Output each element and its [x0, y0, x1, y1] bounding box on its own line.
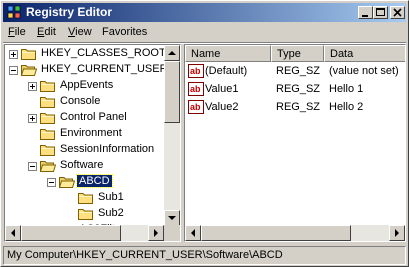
- folder-icon: [40, 143, 56, 156]
- tree-node-sub1[interactable]: Sub1: [5, 190, 165, 206]
- registry-editor-window: Registry Editor File Edit View Favorites…: [0, 0, 409, 267]
- scroll-left-button[interactable]: [5, 225, 21, 241]
- scroll-up-button[interactable]: [164, 45, 180, 61]
- tree-node-label: AppEvents: [60, 79, 114, 91]
- values-list-pane[interactable]: Name Type Data ab (Default) REG_SZ (value n…: [184, 44, 406, 242]
- string-value-icon: ab: [188, 82, 204, 96]
- value-row[interactable]: ab Value2 REG_SZ Hello 2: [185, 99, 405, 117]
- svg-text:ab: ab: [190, 102, 201, 112]
- tree-hscroll-thumb[interactable]: [21, 225, 121, 241]
- tree-scroll-thumb[interactable]: [164, 61, 180, 123]
- value-type: REG_SZ: [276, 83, 321, 95]
- tree-node-environment[interactable]: Environment: [5, 126, 165, 142]
- key-tree-pane[interactable]: HKEY_CLASSES_ROOT HKEY_CURRENT_USER AppEve…: [4, 44, 181, 242]
- tree-node-label: Console: [60, 95, 101, 107]
- title-bar[interactable]: Registry Editor: [3, 3, 406, 22]
- menu-file[interactable]: File: [8, 26, 26, 38]
- maximize-icon: [376, 8, 385, 16]
- tree-node-software[interactable]: Software: [5, 158, 165, 174]
- tree-node-label: HKEY_CURRENT_USER: [41, 63, 168, 75]
- expand-icon[interactable]: [9, 50, 18, 59]
- window-title: Registry Editor: [26, 5, 113, 19]
- tree-node-label: Environment: [60, 127, 122, 139]
- tree-node-hkey-current-user[interactable]: HKEY_CURRENT_USER: [5, 62, 168, 78]
- collapse-icon[interactable]: [9, 66, 18, 75]
- tree-node-label: ABCD: [76, 174, 113, 188]
- tree-node-appevents[interactable]: AppEvents: [5, 78, 165, 94]
- folder-open-icon: [20, 63, 38, 76]
- scroll-left-button[interactable]: [185, 225, 201, 241]
- value-name: (Default): [205, 65, 248, 77]
- string-value-icon: ab: [188, 64, 204, 78]
- close-button[interactable]: [390, 6, 405, 19]
- column-header-data[interactable]: Data: [324, 45, 405, 62]
- minimize-icon: [362, 15, 368, 17]
- folder-open-icon: [39, 159, 57, 172]
- arrow-left-icon: [11, 229, 15, 237]
- tree-node-hkey-classes-root[interactable]: HKEY_CLASSES_ROOT: [5, 46, 166, 62]
- value-row[interactable]: ab Value1 REG_SZ Hello 1: [185, 81, 405, 99]
- folder-icon: [40, 79, 56, 92]
- minimize-button[interactable]: [358, 6, 373, 19]
- arrow-right-icon: [154, 229, 158, 237]
- tree-node-sessioninformation[interactable]: SessionInformation: [5, 142, 165, 158]
- expand-icon[interactable]: [28, 114, 37, 123]
- tree-node-label: SessionInformation: [60, 143, 155, 155]
- list-horizontal-scrollbar[interactable]: [185, 225, 405, 241]
- tree-node-sub2[interactable]: Sub2: [5, 206, 165, 222]
- value-data: Hello 2: [329, 101, 364, 113]
- menu-bar: File Edit View Favorites: [3, 24, 406, 42]
- tree-node-label: Sub2: [98, 207, 124, 219]
- value-type: REG_SZ: [276, 65, 321, 77]
- list-hscroll-thumb[interactable]: [201, 225, 351, 241]
- status-bar: My Computer\HKEY_CURRENT_USER\Software\A…: [3, 246, 406, 265]
- value-data: (value not set): [329, 65, 399, 77]
- tree-node-label: Software: [60, 159, 104, 171]
- tree-node-label: Sub1: [98, 191, 124, 203]
- folder-open-icon: [58, 175, 76, 188]
- value-type: REG_SZ: [276, 101, 321, 113]
- arrow-right-icon: [395, 229, 399, 237]
- tree-node-console[interactable]: Console: [5, 94, 165, 110]
- collapse-icon[interactable]: [28, 162, 37, 171]
- column-header-name[interactable]: Name: [185, 45, 271, 62]
- string-value-icon: ab: [188, 100, 204, 114]
- tree-horizontal-scrollbar[interactable]: [5, 225, 164, 241]
- scroll-corner: [164, 225, 180, 241]
- folder-icon: [40, 127, 56, 140]
- folder-icon: [21, 47, 37, 60]
- tree-vertical-scrollbar[interactable]: [164, 45, 180, 226]
- expand-icon[interactable]: [28, 82, 37, 91]
- value-data: Hello 1: [329, 83, 364, 95]
- scroll-right-button[interactable]: [148, 225, 164, 241]
- menu-edit[interactable]: Edit: [37, 26, 56, 38]
- folder-icon: [78, 207, 94, 220]
- tree-node-label: Control Panel: [60, 111, 127, 123]
- collapse-icon[interactable]: [47, 178, 56, 187]
- svg-text:ab: ab: [190, 84, 201, 94]
- menu-favorites[interactable]: Favorites: [102, 26, 147, 38]
- scroll-right-button[interactable]: [389, 225, 405, 241]
- tree-node-abcd[interactable]: ABCD: [5, 174, 165, 190]
- menu-view[interactable]: View: [68, 26, 92, 38]
- tree-node-control-panel[interactable]: Control Panel: [5, 110, 165, 126]
- close-icon: [393, 8, 402, 17]
- value-name: Value1: [205, 83, 239, 95]
- folder-icon: [40, 111, 56, 124]
- arrow-left-icon: [191, 229, 195, 237]
- folder-icon: [78, 191, 94, 204]
- value-name: Value2: [205, 101, 239, 113]
- scroll-down-button[interactable]: [164, 210, 180, 226]
- maximize-button[interactable]: [373, 6, 388, 19]
- status-path: My Computer\HKEY_CURRENT_USER\Software\A…: [7, 249, 283, 261]
- arrow-up-icon: [168, 51, 176, 55]
- arrow-down-icon: [168, 216, 176, 220]
- folder-icon: [40, 95, 56, 108]
- svg-text:ab: ab: [190, 66, 201, 76]
- value-row[interactable]: ab (Default) REG_SZ (value not set): [185, 63, 405, 81]
- registry-icon: [7, 5, 21, 19]
- column-header-type[interactable]: Type: [271, 45, 324, 62]
- tree-node-label: HKEY_CLASSES_ROOT: [41, 47, 166, 59]
